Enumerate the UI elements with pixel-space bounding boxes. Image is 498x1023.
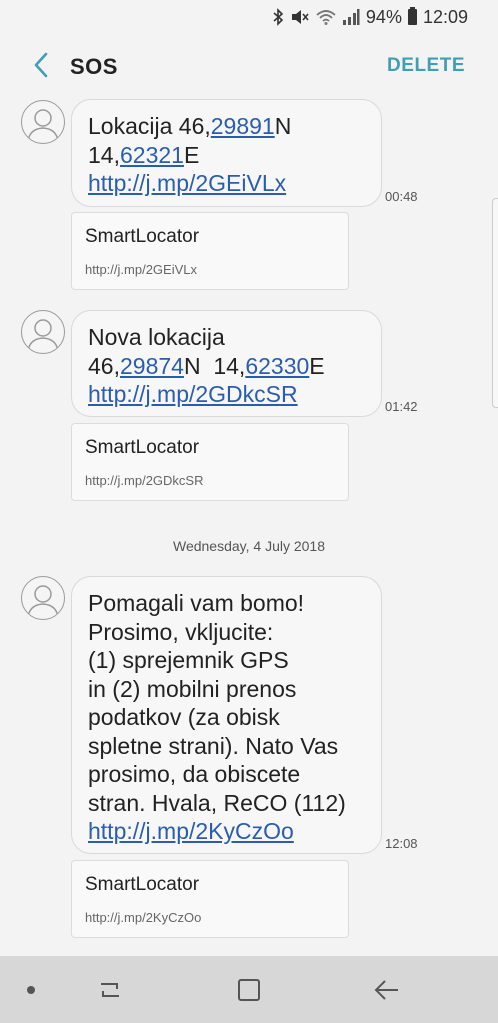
person-icon [27, 319, 59, 352]
person-icon [27, 585, 59, 618]
nav-dot-icon[interactable] [27, 986, 35, 994]
message-text: 46, [88, 352, 120, 379]
battery-percent: 94% [365, 6, 402, 27]
back-arrow-icon [374, 980, 398, 1000]
message-bubble[interactable]: Pomagali vam bomo! Prosimo, vkljucite: (… [71, 576, 382, 854]
back-nav-button[interactable] [367, 974, 407, 1006]
message-line: prosimo, da obiscete [88, 761, 301, 787]
app-header: SOS DELETE [0, 34, 498, 100]
longitude-link[interactable]: 62330 [245, 353, 309, 379]
link-preview-card[interactable]: SmartLocator http://j.mp/2GDkcSR [71, 423, 349, 501]
message-url-link[interactable]: http://j.mp/2KyCzOo [88, 818, 294, 844]
latitude-link[interactable]: 29891 [211, 113, 275, 139]
message-bubble[interactable]: Lokacija 46,29891N 14,62321E http://j.mp… [71, 99, 382, 207]
message-line: podatkov (za obisk [88, 704, 280, 730]
link-preview-card[interactable]: SmartLocator http://j.mp/2GEiVLx [71, 212, 349, 290]
message-timestamp: 00:48 [385, 189, 418, 204]
message-timestamp: 01:42 [385, 399, 418, 414]
preview-url: http://j.mp/2GDkcSR [85, 473, 204, 488]
battery-icon [407, 7, 417, 25]
message-url-link[interactable]: http://j.mp/2GEiVLx [88, 170, 286, 196]
message-text: 14, [88, 141, 120, 168]
avatar[interactable] [21, 310, 65, 354]
mute-icon [290, 8, 310, 26]
link-preview-card[interactable]: SmartLocator http://j.mp/2KyCzOo [71, 860, 349, 938]
preview-title: SmartLocator [85, 437, 200, 458]
recents-button[interactable] [90, 974, 130, 1006]
home-button[interactable] [229, 974, 269, 1006]
preview-url: http://j.mp/2GEiVLx [85, 262, 197, 277]
conversation[interactable]: Lokacija 46,29891N 14,62321E http://j.mp… [0, 98, 498, 956]
message-text: Nova lokacija [88, 324, 225, 350]
message-bubble[interactable]: Nova lokacija 46,29874N 14,62330E http:/… [71, 310, 382, 417]
message-text: E [183, 141, 200, 168]
wifi-icon [316, 9, 336, 25]
page-title: SOS [70, 54, 118, 79]
delete-button[interactable]: DELETE [387, 55, 465, 77]
status-bar: 94% 12:09 [0, 0, 498, 34]
message-timestamp: 12:08 [385, 836, 418, 851]
navigation-bar [0, 956, 498, 1023]
message-line: (1) sprejemnik GPS [88, 647, 289, 673]
message-line: stran. Hvala, ReCO (112) [88, 789, 346, 816]
message-text: N [274, 113, 292, 139]
bluetooth-icon [272, 8, 284, 26]
recents-icon [101, 983, 119, 997]
preview-title: SmartLocator [85, 226, 200, 247]
message-url-link[interactable]: http://j.mp/2GDkcSR [88, 381, 298, 407]
message-line: in (2) mobilni prenos [88, 675, 297, 702]
signal-icon [342, 9, 360, 25]
preview-title: SmartLocator [85, 874, 200, 895]
back-button[interactable] [12, 34, 70, 100]
message-text: E [309, 352, 325, 379]
message-text: N 14, [183, 352, 246, 379]
latitude-link[interactable]: 29874 [120, 353, 184, 379]
clock: 12:09 [422, 6, 468, 27]
back-chevron-icon [33, 52, 49, 83]
home-icon [238, 979, 260, 1001]
date-divider: Wednesday, 4 July 2018 [172, 538, 326, 554]
message-line: Pomagali vam bomo! [88, 590, 305, 616]
longitude-link[interactable]: 62321 [120, 142, 184, 168]
person-icon [27, 109, 59, 142]
preview-url: http://j.mp/2KyCzOo [85, 910, 202, 925]
message-line: spletne strani). Nato Vas [88, 732, 339, 759]
scroll-indicator[interactable] [492, 198, 498, 408]
avatar[interactable] [21, 576, 65, 620]
message-text: Lokacija 46, [88, 113, 211, 139]
message-line: Prosimo, vkljucite: [88, 618, 274, 645]
avatar[interactable] [21, 100, 65, 144]
